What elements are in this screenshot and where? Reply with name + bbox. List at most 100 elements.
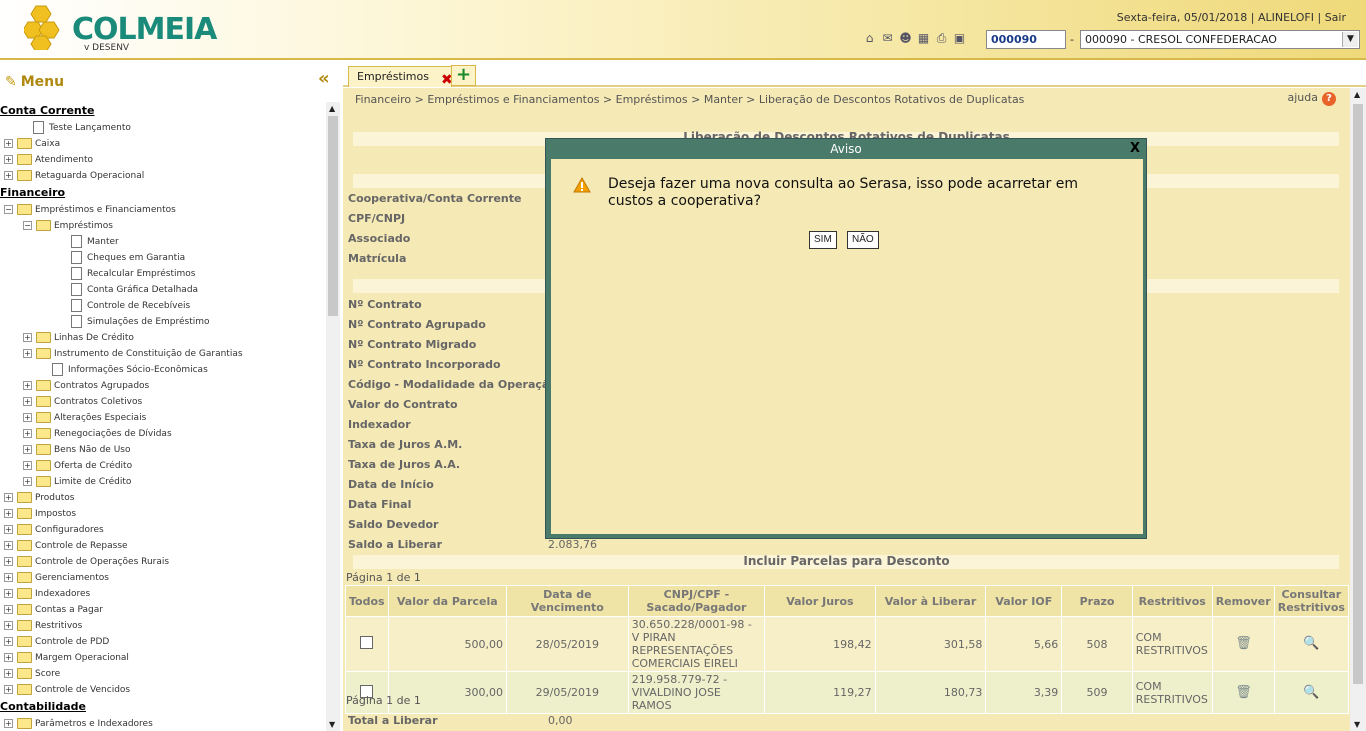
main-scrollbar[interactable]: ▲ ▼ <box>1350 88 1366 731</box>
expand-icon[interactable]: + <box>4 589 13 598</box>
sidebar-item-caixa[interactable]: + Caixa <box>0 136 326 152</box>
expand-icon[interactable]: + <box>4 557 13 566</box>
expand-icon[interactable]: + <box>23 349 32 358</box>
expand-icon[interactable]: + <box>4 719 13 728</box>
sidebar-item-linhas-de-credito[interactable]: + Linhas De Crédito <box>0 330 326 346</box>
sidebar-item-bens-nao-de-uso[interactable]: + Bens Não de Uso <box>0 442 326 458</box>
scroll-down-icon[interactable]: ▼ <box>329 720 335 729</box>
user-icon[interactable]: ☻ <box>898 31 913 46</box>
sidebar-item-produtos[interactable]: + Produtos <box>0 490 326 506</box>
expand-icon[interactable]: + <box>23 381 32 390</box>
sidebar-scrollbar[interactable]: ▲ ▼ <box>326 102 340 731</box>
sidebar-item-limite-de-credito[interactable]: + Limite de Crédito <box>0 474 326 490</box>
collapse-icon[interactable]: − <box>23 221 32 230</box>
sidebar-scroll-thumb[interactable] <box>328 116 338 316</box>
collapse-icon[interactable]: − <box>4 205 13 214</box>
main-scroll-thumb[interactable] <box>1353 104 1363 684</box>
sidebar-item-recalcular-emprestimos[interactable]: Recalcular Empréstimos <box>0 266 326 282</box>
expand-icon[interactable]: + <box>4 621 13 630</box>
sim-button[interactable]: SIM <box>809 231 837 249</box>
scroll-up-icon[interactable]: ▲ <box>329 104 335 113</box>
sidebar-item-parametros-e-indexadores[interactable]: + Parâmetros e Indexadores <box>0 716 326 731</box>
printer-icon[interactable]: ⎙ <box>934 31 949 46</box>
expand-icon[interactable]: + <box>4 653 13 662</box>
expand-icon[interactable]: + <box>4 155 13 164</box>
sidebar-item-emprestimos[interactable]: − Empréstimos <box>0 218 326 234</box>
expand-icon[interactable]: + <box>23 413 32 422</box>
sidebar-item-alteracoes-especiais[interactable]: + Alterações Especiais <box>0 410 326 426</box>
sidebar-item-gerenciamentos[interactable]: + Gerenciamentos <box>0 570 326 586</box>
logout-link[interactable]: Sair <box>1325 11 1346 24</box>
sidebar-item-atendimento[interactable]: + Atendimento <box>0 152 326 168</box>
sidebar-item-cheques-em-garantia[interactable]: Cheques em Garantia <box>0 250 326 266</box>
expand-icon[interactable]: + <box>4 637 13 646</box>
expand-icon[interactable]: + <box>23 461 32 470</box>
column-header-todos[interactable]: Todos <box>345 585 389 617</box>
scroll-down-icon[interactable]: ▼ <box>1354 720 1360 729</box>
expand-icon[interactable]: + <box>23 477 32 486</box>
calculator-icon[interactable]: ▦ <box>916 31 931 46</box>
remove-icon[interactable]: 🗑 <box>1235 685 1252 701</box>
sidebar-item-controle-de-repasse[interactable]: + Controle de Repasse <box>0 538 326 554</box>
sidebar-item-margem-operacional[interactable]: + Margem Operacional <box>0 650 326 666</box>
expand-icon[interactable]: + <box>4 509 13 518</box>
sidebar-item-teste-lancamento[interactable]: Teste Lançamento <box>0 120 326 136</box>
expand-icon[interactable]: + <box>4 525 13 534</box>
sidebar-item-contratos-agrupados[interactable]: + Contratos Agrupados <box>0 378 326 394</box>
sidebar-item-conta-corrente[interactable]: Conta Corrente <box>0 102 326 120</box>
sidebar-item-financeiro[interactable]: Financeiro <box>0 184 326 202</box>
sidebar-item-contratos-coletivos[interactable]: + Contratos Coletivos <box>0 394 326 410</box>
sidebar-item-impostos[interactable]: + Impostos <box>0 506 326 522</box>
home-icon[interactable]: ⌂ <box>862 31 877 46</box>
coop-code-input[interactable]: 000090 <box>986 30 1066 49</box>
nao-button[interactable]: NÃO <box>847 231 879 249</box>
expand-icon[interactable]: + <box>4 685 13 694</box>
expand-icon[interactable]: + <box>23 333 32 342</box>
consult-restritivos-icon[interactable]: 🔍 <box>1303 685 1319 701</box>
sidebar-item-informacoes-socio-economicas[interactable]: Informações Sócio-Econômicas <box>0 362 326 378</box>
sidebar-item-manter[interactable]: Manter <box>0 234 326 250</box>
expand-icon[interactable]: + <box>4 493 13 502</box>
expand-icon[interactable]: + <box>4 669 13 678</box>
sidebar-item-oferta-de-credito[interactable]: + Oferta de Crédito <box>0 458 326 474</box>
sidebar-item-configuradores[interactable]: + Configuradores <box>0 522 326 538</box>
chevron-down-icon[interactable]: ▼ <box>1342 32 1358 47</box>
expand-icon[interactable]: + <box>4 139 13 148</box>
mail-icon[interactable]: ✉ <box>880 31 895 46</box>
sidebar-item-score[interactable]: + Score <box>0 666 326 682</box>
sidebar-item-retaguarda-operacional[interactable]: + Retaguarda Operacional <box>0 168 326 184</box>
sidebar-item-controle-de-pdd[interactable]: + Controle de PDD <box>0 634 326 650</box>
close-dialog-button[interactable]: X <box>1130 139 1140 159</box>
consult-restritivos-icon[interactable]: 🔍 <box>1303 636 1319 652</box>
sidebar-item-contas-a-pagar[interactable]: + Contas a Pagar <box>0 602 326 618</box>
tab-emprestimos[interactable]: Empréstimos ✖ <box>348 66 453 88</box>
help-link[interactable]: ajuda? <box>1288 91 1336 106</box>
sidebar-item-instrumento-de-constituicao-de-garantias[interactable]: + Instrumento de Constituição de Garantia… <box>0 346 326 362</box>
expand-icon[interactable]: + <box>23 429 32 438</box>
sidebar-item-controle-de-operacoes-rurais[interactable]: + Controle de Operações Rurais <box>0 554 326 570</box>
sidebar-item-renegociacoes-de-dividas[interactable]: + Renegociações de Dívidas <box>0 426 326 442</box>
sidebar-item-simulacoes-de-emprestimo[interactable]: Simulações de Empréstimo <box>0 314 326 330</box>
remove-icon[interactable]: 🗑 <box>1235 636 1252 652</box>
expand-icon[interactable]: + <box>4 605 13 614</box>
add-tab-icon[interactable]: + <box>451 65 476 86</box>
sidebar-item-conta-grafica-detalhada[interactable]: Conta Gráfica Detalhada <box>0 282 326 298</box>
row-checkbox[interactable] <box>360 636 374 649</box>
sidebar-item-restritivos[interactable]: + Restritivos <box>0 618 326 634</box>
sidebar-item-controle-de-vencidos[interactable]: + Controle de Vencidos <box>0 682 326 698</box>
sidebar-item-emprestimos-e-financiamentos[interactable]: − Empréstimos e Financiamentos <box>0 202 326 218</box>
folder-icon <box>17 684 32 695</box>
expand-icon[interactable]: + <box>4 541 13 550</box>
sidebar-item-contabilidade[interactable]: Contabilidade <box>0 698 326 716</box>
expand-icon[interactable]: + <box>23 397 32 406</box>
scroll-up-icon[interactable]: ▲ <box>1354 90 1360 99</box>
help-icon[interactable]: ? <box>1322 92 1336 106</box>
collapse-menu-icon[interactable]: « <box>318 68 330 89</box>
monitor-icon[interactable]: ▣ <box>952 31 967 46</box>
expand-icon[interactable]: + <box>23 445 32 454</box>
expand-icon[interactable]: + <box>4 573 13 582</box>
sidebar-item-controle-de-recebiveis[interactable]: Controle de Recebíveis <box>0 298 326 314</box>
sidebar-item-indexadores[interactable]: + Indexadores <box>0 586 326 602</box>
coop-select[interactable]: 000090 - CRESOL CONFEDERACAO ▼ <box>1080 30 1360 49</box>
expand-icon[interactable]: + <box>4 171 13 180</box>
